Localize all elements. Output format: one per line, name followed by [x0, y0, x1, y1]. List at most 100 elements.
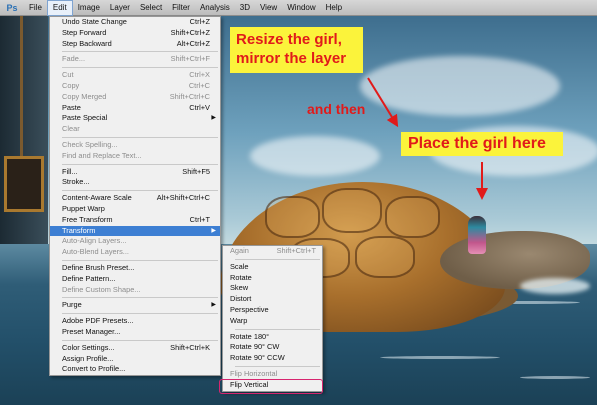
menu-item-step-backward[interactable]: Step Backward Alt+Ctrl+Z	[50, 39, 220, 50]
menu-item-color-settings[interactable]: Color Settings... Shift+Ctrl+K	[50, 343, 220, 354]
menu-separator	[62, 190, 218, 192]
menu-item-auto-blend-layers: Auto-Blend Layers...	[50, 247, 220, 258]
menu-item-flip-vertical[interactable]: Flip Vertical	[223, 380, 322, 391]
menu-item-define-brush-preset[interactable]: Define Brush Preset...	[50, 263, 220, 274]
menu-item-label: Flip Horizontal	[230, 368, 278, 378]
menu-view[interactable]: View	[255, 0, 282, 16]
menu-item-perspective[interactable]: Perspective	[223, 305, 322, 316]
menu-item-rotate-90-cw[interactable]: Rotate 90° CW	[223, 342, 322, 353]
menu-item-adobe-pdf-presets[interactable]: Adobe PDF Presets...	[50, 316, 220, 327]
menu-item-label: Color Settings...	[62, 342, 115, 352]
menu-item-fade: Fade... Shift+Ctrl+F	[50, 54, 220, 65]
menu-item-flip-horizontal: Flip Horizontal	[223, 369, 322, 380]
menu-help[interactable]: Help	[321, 0, 347, 16]
menu-item-transform[interactable]: Transform ▶	[50, 225, 220, 237]
menu-item-label: Fade...	[62, 54, 86, 64]
menu-select[interactable]: Select	[135, 0, 167, 16]
photoshop-logo-icon: Ps	[6, 2, 18, 13]
menu-file[interactable]: File	[24, 0, 47, 16]
menu-item-define-custom-shape: Define Custom Shape...	[50, 285, 220, 296]
water-splash	[520, 278, 590, 294]
menu-item-rotate[interactable]: Rotate	[223, 273, 322, 284]
menu-bar: Ps File Edit Image Layer Select Filter A…	[0, 0, 597, 16]
menu-item-label: Step Backward	[62, 38, 112, 48]
menu-item-label: Adobe PDF Presets...	[62, 316, 134, 326]
menu-item-label: Fill...	[62, 166, 78, 176]
menu-item-rotate-90-ccw[interactable]: Rotate 90° CCW	[223, 353, 322, 364]
menu-item-shortcut: Shift+Ctrl+Z	[170, 27, 210, 37]
menu-item-shortcut: Shift+Ctrl+T	[276, 246, 316, 255]
girl-figure	[468, 216, 486, 254]
menu-3d[interactable]: 3D	[235, 0, 255, 16]
menu-item-label: Convert to Profile...	[62, 364, 126, 374]
menu-item-fill[interactable]: Fill... Shift+F5	[50, 167, 220, 178]
menu-item-shortcut: Shift+Ctrl+K	[170, 342, 210, 352]
menu-item-label: Find and Replace Text...	[62, 150, 142, 160]
submenu-arrow-icon: ▶	[211, 227, 216, 234]
menu-item-define-pattern[interactable]: Define Pattern...	[50, 274, 220, 285]
menu-item-shortcut: Ctrl+V	[189, 102, 210, 112]
menu-filter[interactable]: Filter	[167, 0, 195, 16]
shell-scute	[385, 196, 440, 238]
menu-item-scale[interactable]: Scale	[223, 262, 322, 273]
menu-item-shortcut: Ctrl+X	[189, 70, 210, 80]
menu-separator	[235, 258, 320, 260]
menu-item-convert-to-profile[interactable]: Convert to Profile...	[50, 364, 220, 375]
menu-separator	[62, 163, 218, 165]
wave	[380, 356, 500, 359]
menu-item-find-and-replace-text: Find and Replace Text...	[50, 151, 220, 162]
submenu-arrow-icon: ▶	[211, 115, 216, 122]
menu-item-paste-special[interactable]: Paste Special ▶	[50, 113, 220, 124]
menu-item-label: Flip Vertical	[230, 379, 269, 389]
menu-item-rotate-180[interactable]: Rotate 180°	[223, 332, 322, 343]
menu-separator	[62, 51, 218, 53]
annotation-resize-note: Resize the girl, mirror the layer	[230, 27, 363, 73]
menu-item-puppet-warp[interactable]: Puppet Warp	[50, 204, 220, 215]
menu-item-purge[interactable]: Purge ▶	[50, 300, 220, 311]
menu-item-undo-state-change[interactable]: Undo State Change Ctrl+Z	[50, 17, 220, 28]
menu-item-label: Again	[230, 246, 249, 255]
edit-menu-dropdown: Undo State Change Ctrl+Z Step Forward Shift…	[49, 16, 221, 377]
menu-separator	[62, 313, 218, 315]
transform-submenu: Again Shift+Ctrl+T Scale Rotate Skew Distort P…	[222, 245, 323, 392]
menu-item-paste[interactable]: Paste Ctrl+V	[50, 103, 220, 114]
menu-item-label: Preset Manager...	[62, 326, 121, 336]
menu-item-preset-manager[interactable]: Preset Manager...	[50, 327, 220, 338]
menu-separator	[62, 339, 218, 341]
menu-layer[interactable]: Layer	[105, 0, 135, 16]
menu-item-auto-align-layers: Auto-Align Layers...	[50, 236, 220, 247]
menu-item-distort[interactable]: Distort	[223, 294, 322, 305]
menu-item-free-transform[interactable]: Free Transform Ctrl+T	[50, 215, 220, 226]
menu-separator	[62, 259, 218, 261]
menu-item-label: Scale	[230, 261, 249, 271]
menu-item-cut: Cut Ctrl+X	[50, 70, 220, 81]
menu-item-label: Auto-Align Layers...	[62, 236, 127, 246]
menu-item-label: Clear	[62, 124, 80, 134]
menu-item-label: Assign Profile...	[62, 353, 114, 363]
menu-item-label: Define Pattern...	[62, 273, 116, 283]
menu-image[interactable]: Image	[73, 0, 105, 16]
menu-item-label: Define Brush Preset...	[62, 262, 135, 272]
rope	[20, 16, 23, 156]
menu-item-skew[interactable]: Skew	[223, 283, 322, 294]
menu-item-shortcut: Ctrl+T	[189, 214, 210, 224]
menu-item-warp[interactable]: Warp	[223, 316, 322, 327]
menu-item-label: Step Forward	[62, 27, 107, 37]
menu-item-label: Purge	[62, 300, 82, 310]
menu-item-check-spelling: Check Spelling...	[50, 140, 220, 151]
menu-item-step-forward[interactable]: Step Forward Shift+Ctrl+Z	[50, 28, 220, 39]
menu-edit[interactable]: Edit	[46, 0, 73, 16]
cloud	[360, 56, 560, 116]
menu-analysis[interactable]: Analysis	[195, 0, 235, 16]
menu-item-assign-profile[interactable]: Assign Profile...	[50, 354, 220, 365]
menu-item-stroke[interactable]: Stroke...	[50, 177, 220, 188]
menu-item-content-aware-scale[interactable]: Content-Aware Scale Alt+Shift+Ctrl+C	[50, 193, 220, 204]
menu-item-label: Rotate 90° CW	[230, 342, 280, 352]
menu-window[interactable]: Window	[282, 0, 320, 16]
menu-item-shortcut: Ctrl+C	[188, 80, 210, 90]
menu-item-label: Cut	[62, 70, 74, 80]
menu-item-label: Perspective	[230, 304, 269, 314]
menu-item-label: Auto-Blend Layers...	[62, 247, 129, 257]
menu-item-label: Paste	[62, 102, 81, 112]
menu-item-label: Free Transform	[62, 214, 113, 224]
